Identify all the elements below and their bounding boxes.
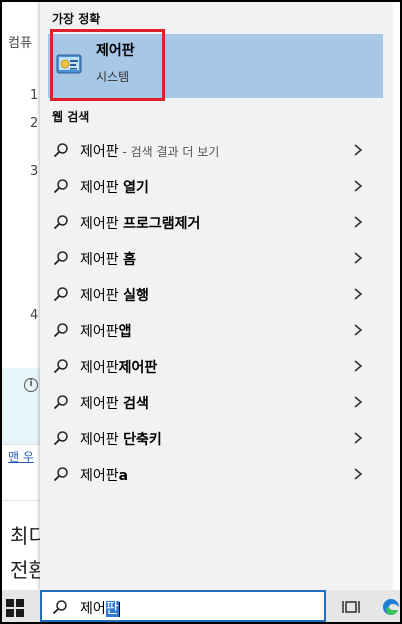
result-query: 제어판 xyxy=(80,252,124,268)
result-bold: 앱 xyxy=(118,324,132,340)
web-results-list: 제어판 - 검색 결과 더 보기 제어판 열기 제어판 프로그램제거 제어판 홈… xyxy=(40,132,392,492)
bg-header-fragment: 컴퓨 xyxy=(8,36,32,51)
result-bold: 프로그램제거 xyxy=(123,216,201,232)
bg-number: 2 xyxy=(30,116,39,131)
result-query: 제어판 xyxy=(80,396,124,412)
search-icon xyxy=(53,323,68,338)
bg-number: 1 xyxy=(30,88,39,103)
web-result-item[interactable]: 제어판 프로그램제거 xyxy=(40,204,392,240)
text-caret xyxy=(118,601,120,617)
chevron-right-icon xyxy=(354,288,363,300)
result-bold: 검색 xyxy=(123,396,149,412)
web-result-item[interactable]: 제어판 열기 xyxy=(40,168,392,204)
search-icon xyxy=(53,287,68,302)
search-icon xyxy=(53,395,68,410)
search-icon xyxy=(53,179,68,194)
result-query: 제어판 xyxy=(80,216,124,232)
result-bold: 단축키 xyxy=(123,432,162,448)
chevron-right-icon xyxy=(354,144,363,156)
search-input-text[interactable]: 제어판 xyxy=(80,598,120,618)
chevron-right-icon xyxy=(354,252,363,264)
search-icon xyxy=(53,143,68,158)
chevron-right-icon xyxy=(354,396,363,408)
search-icon xyxy=(53,215,68,230)
result-bold: 실행 xyxy=(123,288,149,304)
edge-icon[interactable] xyxy=(383,598,399,616)
chevron-right-icon xyxy=(354,216,363,228)
result-query: 제어판 xyxy=(80,288,124,304)
result-suffix: - 검색 결과 더 보기 xyxy=(118,145,220,159)
result-query: 제어판 xyxy=(80,432,124,448)
result-bold: a xyxy=(118,468,129,484)
bg-link[interactable]: 맨 우 xyxy=(8,448,34,465)
search-icon xyxy=(52,600,67,615)
web-result-item[interactable]: 제어판 검색 xyxy=(40,384,392,420)
web-result-item[interactable]: 제어판 단축키 xyxy=(40,420,392,456)
result-bold: 열기 xyxy=(123,180,149,196)
result-query: 제어판 xyxy=(80,360,119,376)
web-result-item[interactable]: 제어판앱 xyxy=(40,312,392,348)
highlight-annotation-box xyxy=(50,29,165,101)
chevron-right-icon xyxy=(354,324,363,336)
bg-number: 4 xyxy=(30,308,39,323)
divider xyxy=(2,444,40,445)
web-result-item[interactable]: 제어판 - 검색 결과 더 보기 xyxy=(40,132,392,168)
result-query: 제어판 xyxy=(80,180,124,196)
web-result-item[interactable]: 제어판 홈 xyxy=(40,240,392,276)
chevron-right-icon xyxy=(354,360,363,372)
bg-number: 3 xyxy=(30,164,39,179)
search-icon xyxy=(53,467,68,482)
web-search-heading: 웹 검색 xyxy=(52,110,90,124)
result-bold: 홈 xyxy=(123,252,136,268)
search-selected-text: 판 xyxy=(105,601,119,617)
task-view-icon[interactable] xyxy=(342,599,360,615)
divider xyxy=(2,500,40,501)
chevron-right-icon xyxy=(354,432,363,444)
windows-start-icon[interactable] xyxy=(6,599,24,617)
result-query: 제어판 xyxy=(80,324,119,340)
search-icon xyxy=(53,359,68,374)
web-result-item[interactable]: 제어판a xyxy=(40,456,392,492)
web-result-item[interactable]: 제어판 실행 xyxy=(40,276,392,312)
result-bold: 제어판 xyxy=(118,360,158,376)
chevron-right-icon xyxy=(354,468,363,480)
search-typed-text: 제어 xyxy=(80,601,106,617)
result-query: 제어판 xyxy=(80,468,119,484)
search-icon xyxy=(53,431,68,446)
chevron-right-icon xyxy=(354,180,363,192)
info-icon: i xyxy=(24,378,38,392)
search-icon xyxy=(53,251,68,266)
taskbar-search-box[interactable]: 제어판 xyxy=(40,590,326,622)
result-query: 제어판 xyxy=(80,144,119,160)
best-match-heading: 가장 정확 xyxy=(52,12,101,26)
web-result-item[interactable]: 제어판제어판 xyxy=(40,348,392,384)
search-results-panel: 가장 정확 제어판 시스템 웹 검색 제어판 - 검색 결과 더 보기 제어판 … xyxy=(40,2,392,592)
